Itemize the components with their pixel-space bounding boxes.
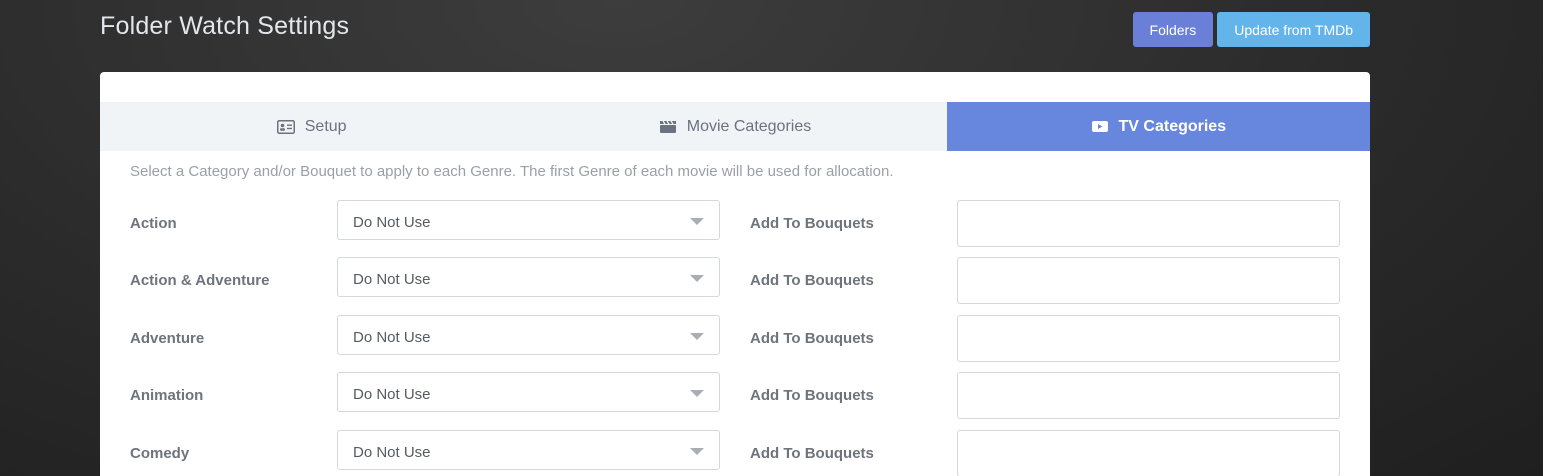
category-select-value: Do Not Use xyxy=(353,386,431,403)
chevron-down-icon xyxy=(690,448,704,455)
settings-card: Setup Movie Categories TV Categories Sel… xyxy=(100,72,1370,476)
bouquets-input[interactable] xyxy=(957,315,1340,362)
header-actions: Folders Update from TMDb xyxy=(1132,12,1370,47)
genre-row: Action & Adventure Do Not Use Add To Bou… xyxy=(130,257,1340,305)
genre-label: Adventure xyxy=(130,330,205,347)
category-select-value: Do Not Use xyxy=(353,444,431,461)
chevron-down-icon xyxy=(690,390,704,397)
folders-button[interactable]: Folders xyxy=(1132,12,1214,47)
intro-text: Select a Category and/or Bouquet to appl… xyxy=(130,163,894,180)
category-select-value: Do Not Use xyxy=(353,214,431,231)
bouquet-label: Add To Bouquets xyxy=(750,387,874,404)
tab-label: Movie Categories xyxy=(686,117,812,135)
update-from-tmdb-button[interactable]: Update from TMDb xyxy=(1217,12,1370,47)
tab-tv-categories[interactable]: TV Categories xyxy=(946,102,1370,151)
category-select[interactable]: Do Not Use xyxy=(337,257,720,297)
tab-label: Setup xyxy=(304,117,347,135)
bouquet-label: Add To Bouquets xyxy=(750,330,874,347)
category-select[interactable]: Do Not Use xyxy=(337,430,720,470)
genre-label: Action xyxy=(130,215,177,232)
category-select-value: Do Not Use xyxy=(353,329,431,346)
category-select-value: Do Not Use xyxy=(353,271,431,288)
tv-icon xyxy=(1091,120,1109,134)
genre-label: Comedy xyxy=(130,445,190,462)
bouquets-input[interactable] xyxy=(957,430,1340,476)
bouquets-input[interactable] xyxy=(957,257,1340,304)
tab-movie-categories[interactable]: Movie Categories xyxy=(523,102,946,151)
genre-row: Animation Do Not Use Add To Bouquets xyxy=(130,372,1340,420)
tab-label: TV Categories xyxy=(1118,117,1227,135)
genre-row: Comedy Do Not Use Add To Bouquets xyxy=(130,430,1340,476)
id-card-icon xyxy=(276,119,295,134)
bouquet-label: Add To Bouquets xyxy=(750,445,874,462)
genre-row: Adventure Do Not Use Add To Bouquets xyxy=(130,315,1340,363)
genre-row: Action Do Not Use Add To Bouquets xyxy=(130,200,1340,248)
clapperboard-icon xyxy=(659,120,677,134)
bouquets-input[interactable] xyxy=(957,372,1340,419)
tab-bar: Setup Movie Categories TV Categories xyxy=(100,102,1370,151)
chevron-down-icon xyxy=(690,218,704,225)
genre-label: Animation xyxy=(130,387,204,404)
bouquet-label: Add To Bouquets xyxy=(750,215,874,232)
category-select[interactable]: Do Not Use xyxy=(337,200,720,240)
category-select[interactable]: Do Not Use xyxy=(337,372,720,412)
bouquets-input[interactable] xyxy=(957,200,1340,247)
chevron-down-icon xyxy=(690,333,704,340)
category-select[interactable]: Do Not Use xyxy=(337,315,720,355)
bouquet-label: Add To Bouquets xyxy=(750,272,874,289)
page-title: Folder Watch Settings xyxy=(100,12,350,40)
genre-label: Action & Adventure xyxy=(130,272,270,289)
tab-setup[interactable]: Setup xyxy=(100,102,523,151)
chevron-down-icon xyxy=(690,275,704,282)
